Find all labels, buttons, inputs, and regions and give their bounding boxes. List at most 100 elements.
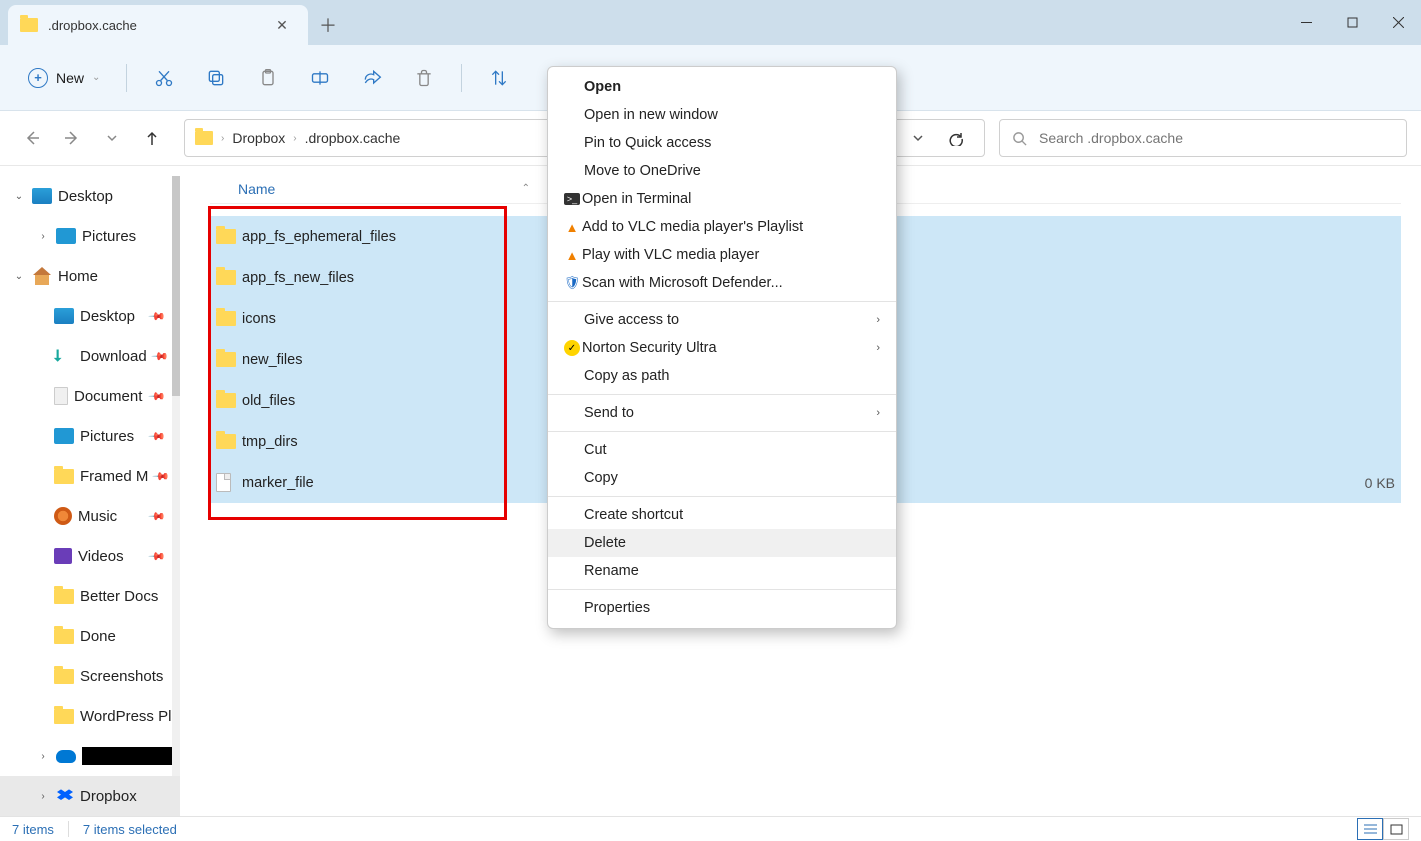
ctx-pin-quick-access[interactable]: Pin to Quick access	[548, 129, 896, 157]
sidebar-item-screenshots[interactable]: Screenshots	[0, 656, 180, 696]
ctx-open[interactable]: Open	[548, 73, 896, 101]
address-dropdown-button[interactable]	[900, 120, 936, 156]
refresh-button[interactable]	[938, 120, 974, 156]
status-bar: 7 items 7 items selected	[0, 816, 1421, 841]
sidebar-item-downloads[interactable]: ⭣Download📌	[0, 336, 180, 376]
separator	[548, 496, 896, 497]
back-button[interactable]	[14, 120, 50, 156]
ctx-open-new-window[interactable]: Open in new window	[548, 101, 896, 129]
breadcrumb-seg[interactable]: Dropbox	[232, 130, 285, 146]
chevron-right-icon: ›	[876, 342, 880, 354]
search-box[interactable]	[999, 119, 1407, 157]
sort-up-icon: ⌃	[522, 183, 530, 194]
up-button[interactable]	[134, 120, 170, 156]
folder-icon	[195, 131, 213, 145]
ctx-norton[interactable]: ✓Norton Security Ultra›	[548, 334, 896, 362]
sidebar-item-onedrive[interactable]: ›	[0, 736, 180, 776]
chevron-down-icon: ⌄	[12, 189, 26, 203]
ctx-rename[interactable]: Rename	[548, 557, 896, 585]
close-button[interactable]	[1375, 0, 1421, 45]
sidebar-item-music[interactable]: Music📌	[0, 496, 180, 536]
search-input[interactable]	[1039, 130, 1394, 146]
sidebar-item-betterdocs[interactable]: Better Docs	[0, 576, 180, 616]
ctx-vlc-add[interactable]: ▲Add to VLC media player's Playlist	[548, 213, 896, 241]
share-button[interactable]	[351, 58, 393, 98]
forward-button[interactable]	[54, 120, 90, 156]
tab-close-button[interactable]: ✕	[268, 11, 296, 39]
separator	[548, 301, 896, 302]
folder-icon	[216, 352, 236, 367]
pin-icon: 📌	[152, 467, 171, 486]
music-icon	[54, 507, 72, 525]
context-menu: Open Open in new window Pin to Quick acc…	[547, 66, 897, 629]
ctx-move-onedrive[interactable]: Move to OneDrive	[548, 157, 896, 185]
chevron-right-icon: ›	[876, 407, 880, 419]
ctx-defender-scan[interactable]: 🛡Scan with Microsoft Defender...	[548, 269, 896, 297]
sidebar-item-home-pictures[interactable]: Pictures📌	[0, 416, 180, 456]
title-bar: .dropbox.cache ✕ ＋	[0, 0, 1421, 45]
sidebar-item-framed[interactable]: Framed M📌	[0, 456, 180, 496]
pin-icon: 📌	[150, 347, 169, 366]
chevron-right-icon: ›	[221, 133, 224, 144]
chevron-down-icon: ⌄	[92, 72, 100, 83]
recent-button[interactable]	[94, 120, 130, 156]
ctx-give-access[interactable]: Give access to›	[548, 306, 896, 334]
ctx-delete[interactable]: Delete	[548, 529, 896, 557]
ctx-properties[interactable]: Properties	[548, 594, 896, 622]
sidebar-label: Screenshots	[80, 668, 163, 685]
pictures-icon	[56, 228, 76, 244]
pictures-icon	[54, 428, 74, 444]
ctx-send-to[interactable]: Send to›	[548, 399, 896, 427]
sidebar-label: Pictures	[82, 228, 136, 245]
sidebar-item-documents[interactable]: Document 📌	[0, 376, 180, 416]
scroll-thumb[interactable]	[172, 176, 180, 396]
ctx-copy[interactable]: Copy	[548, 464, 896, 492]
maximize-button[interactable]	[1329, 0, 1375, 45]
new-button[interactable]: + New ⌄	[18, 62, 110, 94]
status-selected-count: 7 items selected	[83, 822, 177, 837]
folder-icon	[216, 270, 236, 285]
delete-button[interactable]	[403, 58, 445, 98]
pin-icon: 📌	[148, 307, 167, 326]
desktop-icon	[54, 308, 74, 324]
window-tab[interactable]: .dropbox.cache ✕	[8, 5, 308, 45]
col-label: Name	[238, 181, 275, 197]
document-icon	[54, 387, 68, 405]
sidebar-item-wordpress[interactable]: WordPress Pl	[0, 696, 180, 736]
separator	[548, 431, 896, 432]
separator	[548, 589, 896, 590]
thumbnails-view-button[interactable]	[1383, 818, 1409, 840]
sort-button[interactable]	[478, 58, 520, 98]
separator	[68, 821, 69, 837]
rename-button[interactable]	[299, 58, 341, 98]
copy-button[interactable]	[195, 58, 237, 98]
sidebar-item-done[interactable]: Done	[0, 616, 180, 656]
breadcrumb-seg[interactable]: .dropbox.cache	[305, 130, 401, 146]
cut-button[interactable]	[143, 58, 185, 98]
ctx-cut[interactable]: Cut	[548, 436, 896, 464]
folder-icon	[54, 629, 74, 644]
vlc-icon: ▲	[560, 217, 584, 237]
pin-icon: 📌	[148, 547, 167, 566]
sidebar-item-home-desktop[interactable]: Desktop📌	[0, 296, 180, 336]
ctx-copy-path[interactable]: Copy as path	[548, 362, 896, 390]
sidebar-item-videos[interactable]: Videos📌	[0, 536, 180, 576]
ctx-vlc-play[interactable]: ▲Play with VLC media player	[548, 241, 896, 269]
sidebar-item-dropbox[interactable]: ›Dropbox	[0, 776, 180, 816]
pin-icon: 📌	[148, 387, 167, 406]
details-view-button[interactable]	[1357, 818, 1383, 840]
folder-icon	[216, 311, 236, 326]
sidebar-label: Document	[74, 388, 142, 405]
sidebar-item-pictures[interactable]: ›Pictures	[0, 216, 180, 256]
ctx-create-shortcut[interactable]: Create shortcut	[548, 501, 896, 529]
norton-icon: ✓	[560, 338, 584, 358]
paste-button[interactable]	[247, 58, 289, 98]
add-tab-button[interactable]: ＋	[308, 5, 348, 45]
minimize-button[interactable]	[1283, 0, 1329, 45]
column-header-name[interactable]: Name ⌃	[210, 181, 550, 197]
sidebar-item-home[interactable]: ⌄Home	[0, 256, 180, 296]
sidebar-scrollbar[interactable]	[172, 176, 180, 776]
separator	[548, 394, 896, 395]
ctx-open-terminal[interactable]: >_Open in Terminal	[548, 185, 896, 213]
sidebar-item-desktop[interactable]: ⌄Desktop	[0, 176, 180, 216]
